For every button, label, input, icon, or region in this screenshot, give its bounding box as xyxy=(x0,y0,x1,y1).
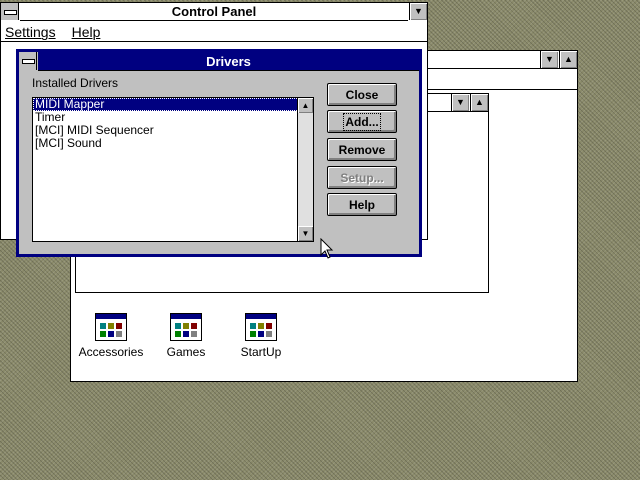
control-panel-titlebar[interactable]: Control Panel xyxy=(20,3,408,21)
group-startup[interactable]: StartUp xyxy=(221,313,301,359)
scroll-up-icon[interactable]: ▲ xyxy=(298,98,313,113)
maximize-button[interactable]: ▲ xyxy=(559,51,577,68)
drivers-titlebar[interactable]: Drivers xyxy=(38,52,419,71)
drivers-dialog: Drivers Installed Drivers MIDI Mapper Ti… xyxy=(16,49,422,257)
help-button[interactable]: Help xyxy=(327,193,397,216)
mouse-pointer-icon xyxy=(320,238,334,259)
remove-button[interactable]: Remove xyxy=(327,138,397,161)
drivers-title: Drivers xyxy=(206,53,251,69)
control-panel-menubar: Settings Help xyxy=(1,22,427,42)
control-panel-title: Control Panel xyxy=(171,4,257,19)
vertical-scrollbar[interactable]: ▲ ▼ xyxy=(297,98,313,241)
menu-help[interactable]: Help xyxy=(72,24,101,40)
control-panel-system-menu-button[interactable] xyxy=(1,3,19,20)
group-maximize-button[interactable]: ▲ xyxy=(470,94,488,111)
group-label: StartUp xyxy=(240,345,282,359)
minimize-button[interactable]: ▼ xyxy=(540,51,558,68)
close-button[interactable]: Close xyxy=(327,83,397,106)
control-panel-minimize-button[interactable]: ▼ xyxy=(409,3,427,20)
group-accessories[interactable]: Accessories xyxy=(71,313,151,359)
group-label: Games xyxy=(166,345,206,359)
group-games[interactable]: Games xyxy=(146,313,226,359)
add-button[interactable]: Add... xyxy=(327,110,397,133)
group-label: Accessories xyxy=(78,345,144,359)
program-group-icon xyxy=(170,313,202,341)
drivers-system-menu-button[interactable] xyxy=(19,52,37,70)
list-item[interactable]: MIDI Mapper xyxy=(33,98,313,111)
installed-drivers-list[interactable]: MIDI Mapper Timer [MCI] MIDI Sequencer [… xyxy=(32,97,314,242)
list-item[interactable]: [MCI] Sound xyxy=(33,137,313,150)
program-group-icon xyxy=(245,313,277,341)
group-minimize-button[interactable]: ▼ xyxy=(451,94,469,111)
program-group-icon xyxy=(95,313,127,341)
setup-button[interactable]: Setup... xyxy=(327,166,397,189)
menu-settings[interactable]: Settings xyxy=(5,24,56,40)
installed-drivers-label: Installed Drivers xyxy=(32,76,119,90)
scroll-down-icon[interactable]: ▼ xyxy=(298,226,313,241)
